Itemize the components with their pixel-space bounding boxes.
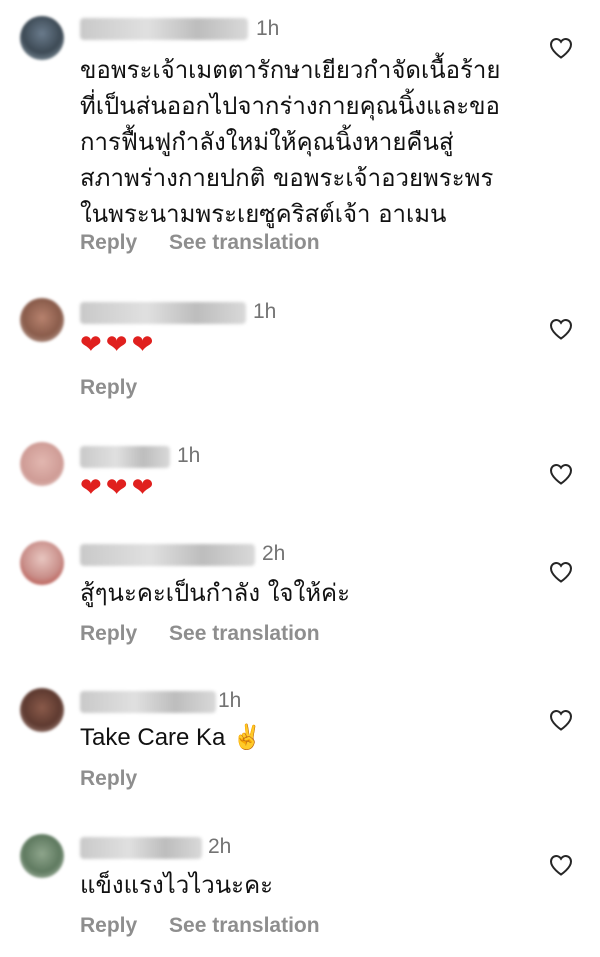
username[interactable] [80,446,170,468]
comment-text: ❤❤❤ [80,473,158,503]
see-translation-link[interactable]: See translation [169,622,320,645]
reply-button[interactable]: Reply [80,376,137,399]
username[interactable] [80,837,202,859]
avatar[interactable] [20,442,64,486]
comment-text: แข็งแรงไวไวนะคะ [80,871,274,899]
see-translation-link[interactable]: See translation [169,231,320,254]
reply-button[interactable]: Reply [80,622,137,645]
comment-actions: Reply [80,376,163,400]
comment-time: 1h [218,689,242,712]
comment-actions: Reply [80,767,163,791]
comment-item: 1h ขอพระเจ้าเมตตารักษาเยียวกำจัดเนื้อร้า… [0,0,600,280]
comment-time: 1h [253,300,277,323]
reply-button[interactable]: Reply [80,767,137,790]
comment-text: ขอพระเจ้าเมตตารักษาเยียวกำจัดเนื้อร้าย ท… [80,56,501,228]
avatar[interactable] [20,834,64,878]
heart-outline-icon[interactable] [549,37,573,59]
comment-text: Take Care Ka ✌ [80,724,262,751]
comment-text: สู้ๆนะคะเป็นกำลัง ใจให้ค่ะ [80,579,350,607]
comment-item: 1h Take Care Ka ✌ Reply [0,682,600,802]
heart-outline-icon[interactable] [549,561,573,583]
avatar[interactable] [20,16,64,60]
comment-actions: Reply See translation [80,622,346,646]
reply-button[interactable]: Reply [80,914,137,937]
comment-time: 2h [208,835,232,858]
username[interactable] [80,691,216,713]
comment-actions: Reply See translation [80,231,346,255]
comment-item: 2h แข็งแรงไวไวนะคะ Reply See translation [0,828,600,953]
avatar[interactable] [20,688,64,732]
heart-outline-icon[interactable] [549,709,573,731]
comment-item: 1h ❤❤❤ Reply [0,290,600,420]
comment-actions: Reply See translation [80,914,346,938]
heart-outline-icon[interactable] [549,854,573,876]
avatar[interactable] [20,298,64,342]
username[interactable] [80,544,255,566]
comment-item: 2h สู้ๆนะคะเป็นกำลัง ใจให้ค่ะ Reply See … [0,535,600,655]
reply-button[interactable]: Reply [80,231,137,254]
comment-item: 1h ❤❤❤ [0,437,600,517]
see-translation-link[interactable]: See translation [169,914,320,937]
username[interactable] [80,18,248,40]
heart-outline-icon[interactable] [549,318,573,340]
username[interactable] [80,302,246,324]
heart-outline-icon[interactable] [549,463,573,485]
comment-time: 1h [177,444,201,467]
comment-time: 2h [262,542,286,565]
comment-text: ❤❤❤ [80,330,158,360]
comment-time: 1h [256,17,280,40]
avatar[interactable] [20,541,64,585]
